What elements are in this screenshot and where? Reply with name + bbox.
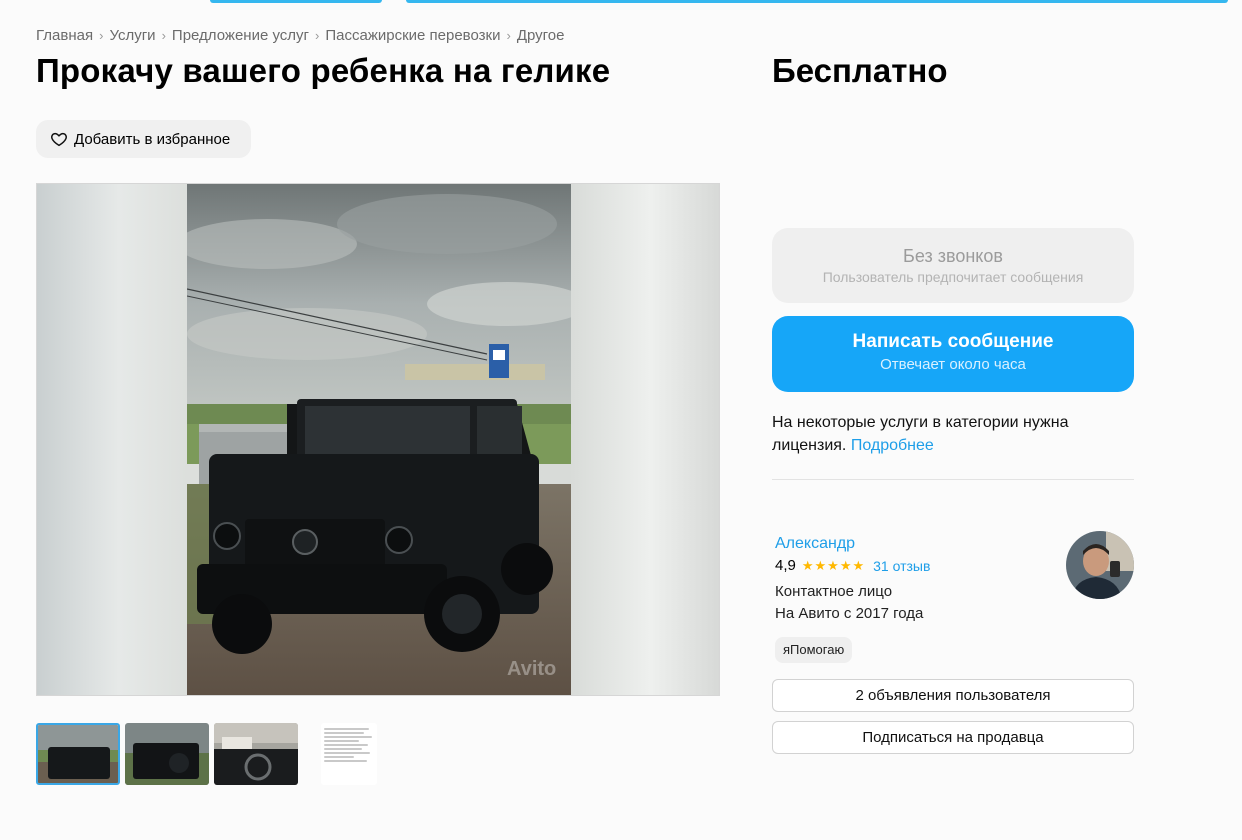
top-nav-strip xyxy=(406,0,1228,3)
thumbnail-strip xyxy=(36,723,377,785)
seller-badge[interactable]: яПомогаю xyxy=(775,637,853,663)
seller-role: Контактное лицо xyxy=(775,583,893,600)
breadcrumb-other[interactable]: Другое xyxy=(517,27,565,44)
seller-info: Контактное лицо На Авито с 2017 года xyxy=(775,581,923,625)
no-calls-notice: Без звонков Пользователь предпочитает со… xyxy=(772,228,1134,303)
subscribe-seller-button[interactable]: Подписаться на продавца xyxy=(772,721,1134,754)
no-calls-title: Без звонков xyxy=(903,246,1003,266)
thumbnail-2[interactable] xyxy=(125,723,209,785)
star-rating-icon: ★★★★★ xyxy=(801,557,866,573)
seller-ads-button[interactable]: 2 объявления пользователя xyxy=(772,679,1134,712)
write-message-label: Написать сообщение xyxy=(852,331,1054,352)
breadcrumb-transport[interactable]: Пассажирские перевозки xyxy=(325,27,500,44)
heart-icon xyxy=(50,130,68,148)
divider xyxy=(772,479,1134,480)
add-to-favorites-button[interactable]: Добавить в избранное xyxy=(36,120,251,158)
top-nav-strip xyxy=(210,0,382,3)
chevron-right-icon: › xyxy=(506,28,511,43)
write-message-button[interactable]: Написать сообщение Отвечает около часа xyxy=(772,316,1134,392)
seller-since: На Авито с 2017 года xyxy=(775,605,924,622)
main-photo xyxy=(187,184,571,695)
chevron-right-icon: › xyxy=(161,28,166,43)
breadcrumb-services[interactable]: Услуги xyxy=(109,27,155,44)
add-to-favorites-label: Добавить в избранное xyxy=(74,130,231,148)
avatar[interactable] xyxy=(1066,531,1134,599)
breadcrumb-home[interactable]: Главная xyxy=(36,27,93,44)
no-calls-subtitle: Пользователь предпочитает сообщения xyxy=(822,269,1084,285)
price: Бесплатно xyxy=(772,52,948,89)
chevron-right-icon: › xyxy=(315,28,320,43)
chevron-right-icon: › xyxy=(99,28,104,43)
license-notice: На некоторые услуги в категории нужна ли… xyxy=(772,411,1132,457)
seller-rating: 4,9 ★★★★★ 31 отзыв xyxy=(775,557,930,574)
main-photo-gallery[interactable]: Avito xyxy=(36,183,720,696)
breadcrumb: Главная › Услуги › Предложение услуг › П… xyxy=(36,27,565,44)
thumbnail-4[interactable] xyxy=(321,723,377,785)
seller-name[interactable]: Александр xyxy=(775,535,855,553)
thumbnail-1[interactable] xyxy=(36,723,120,785)
thumbnail-3[interactable] xyxy=(214,723,298,785)
avito-watermark: Avito xyxy=(507,658,557,680)
breadcrumb-offer[interactable]: Предложение услуг xyxy=(172,27,309,44)
response-time-label: Отвечает около часа xyxy=(880,356,1026,373)
reviews-link[interactable]: 31 отзыв xyxy=(873,558,930,574)
rating-value: 4,9 xyxy=(775,557,796,574)
page-title: Прокачу вашего ребенка на гелике xyxy=(36,52,611,89)
license-more-link[interactable]: Подробнее xyxy=(851,437,934,454)
